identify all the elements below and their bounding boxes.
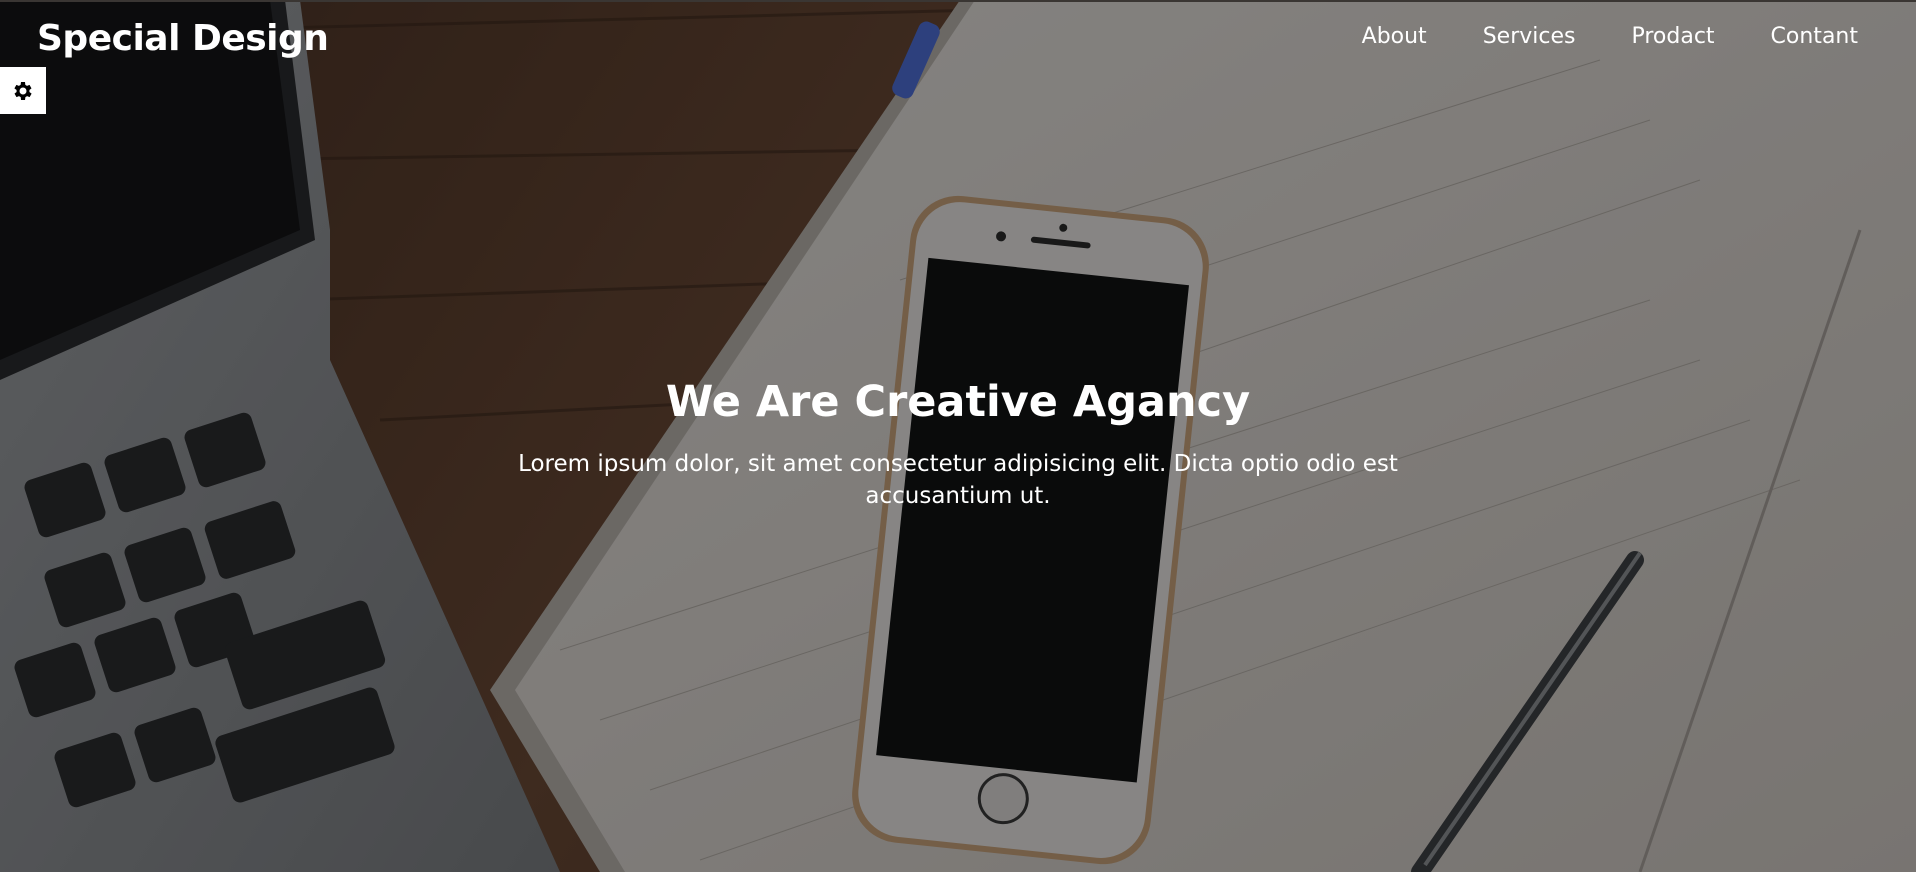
site-logo[interactable]: Special Design: [37, 18, 329, 59]
nav-link-about[interactable]: About: [1362, 24, 1427, 49]
hero-overlay: [0, 0, 1916, 872]
hero-title: We Are Creative Agancy: [665, 377, 1251, 427]
nav-link-contant[interactable]: Contant: [1771, 24, 1858, 49]
main-nav: About Services Prodact Contant: [1362, 24, 1858, 49]
top-border: [0, 0, 1916, 2]
gear-icon: [14, 81, 32, 100]
nav-link-prodact[interactable]: Prodact: [1631, 24, 1714, 49]
nav-link-services[interactable]: Services: [1483, 24, 1576, 49]
settings-toggle-button[interactable]: [0, 67, 46, 114]
hero-description: Lorem ipsum dolor, sit amet consectetur …: [518, 451, 1398, 509]
hero-section: [0, 0, 1916, 872]
